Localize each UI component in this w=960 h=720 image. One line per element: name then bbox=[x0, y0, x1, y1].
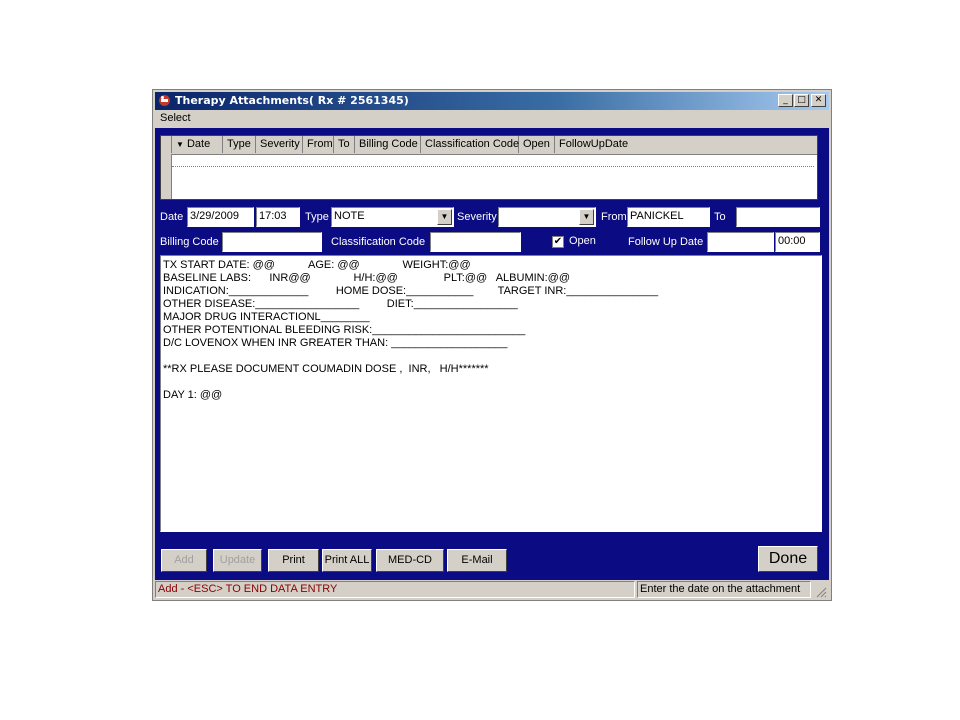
med-cd-button[interactable]: MED-CD bbox=[376, 549, 444, 572]
date-label: Date bbox=[160, 211, 184, 223]
memo-line: MAJOR DRUG INTERACTIONL________ bbox=[163, 311, 370, 323]
memo-line bbox=[163, 376, 819, 389]
chevron-down-icon[interactable]: ▼ bbox=[579, 209, 594, 225]
type-select[interactable]: NOTE ▼ bbox=[331, 207, 454, 227]
column-header-from[interactable]: From bbox=[303, 136, 334, 153]
status-message: Add - <ESC> TO END DATA ENTRY bbox=[155, 581, 635, 598]
sort-arrow-icon: ▼ bbox=[176, 140, 184, 149]
open-checkbox[interactable]: ✔ bbox=[552, 236, 564, 248]
print-all-button[interactable]: Print ALL bbox=[322, 549, 372, 572]
type-label: Type bbox=[305, 211, 329, 223]
column-header-open[interactable]: Open bbox=[519, 136, 555, 153]
maximize-button[interactable]: □ bbox=[794, 94, 809, 107]
window-title: Therapy Attachments( Rx # 2561345) bbox=[175, 94, 409, 107]
classification-code-field[interactable] bbox=[430, 232, 521, 252]
memo-line: D/C LOVENOX WHEN INR GREATER THAN: _____… bbox=[163, 337, 508, 349]
memo-line: OTHER POTENTIONAL BLEEDING RISK:________… bbox=[163, 324, 526, 336]
to-label: To bbox=[714, 211, 726, 223]
memo-line: **RX PLEASE DOCUMENT COUMADIN DOSE , INR… bbox=[163, 363, 489, 375]
status-hint: Enter the date on the attachment bbox=[637, 581, 811, 598]
memo-line: OTHER DISEASE:_________________ DIET:___… bbox=[163, 298, 518, 310]
follow-up-date-field[interactable] bbox=[707, 232, 774, 252]
severity-label: Severity bbox=[457, 211, 497, 223]
title-bar[interactable]: Therapy Attachments( Rx # 2561345) _ □ ✕ bbox=[155, 92, 829, 110]
column-header-date-label: Date bbox=[186, 138, 211, 150]
print-button[interactable]: Print bbox=[268, 549, 319, 572]
column-header-type[interactable]: Type bbox=[223, 136, 256, 153]
done-button[interactable]: Done bbox=[758, 546, 818, 572]
column-header-severity[interactable]: Severity bbox=[256, 136, 303, 153]
severity-select[interactable]: ▼ bbox=[498, 207, 596, 227]
resize-grip-icon[interactable] bbox=[815, 586, 827, 598]
billing-code-field[interactable] bbox=[222, 232, 322, 252]
billing-code-label: Billing Code bbox=[160, 236, 219, 248]
memo-line: INDICATION:_____________ HOME DOSE:_____… bbox=[163, 285, 659, 297]
column-header-to[interactable]: To bbox=[334, 136, 355, 153]
open-label: Open bbox=[569, 235, 596, 247]
time-field[interactable]: 17:03 bbox=[256, 207, 300, 227]
follow-up-time-field[interactable]: 00:00 bbox=[775, 232, 820, 252]
attachment-text-area[interactable]: TX START DATE: @@ AGE: @@ WEIGHT:@@ BASEL… bbox=[160, 255, 822, 532]
update-button[interactable]: Update bbox=[213, 549, 262, 572]
memo-line: DAY 1: @@ bbox=[163, 389, 223, 401]
status-bar: Add - <ESC> TO END DATA ENTRY Enter the … bbox=[155, 580, 829, 600]
column-header-billing-code[interactable]: Billing Code bbox=[355, 136, 421, 153]
grid-header: ▼ Date Type Severity From To Billing Cod… bbox=[161, 136, 817, 155]
menu-bar: Select bbox=[155, 110, 829, 128]
pharmacy-app-icon bbox=[159, 95, 170, 106]
menu-select[interactable]: Select bbox=[160, 112, 191, 124]
add-button[interactable]: Add bbox=[161, 549, 207, 572]
memo-line bbox=[163, 350, 819, 363]
memo-line: BASELINE LABS: INR@@ H/H:@@ PLT:@@ ALBUM… bbox=[163, 272, 570, 284]
from-field[interactable]: PANICKEL bbox=[627, 207, 710, 227]
column-header-date[interactable]: ▼ Date bbox=[172, 136, 223, 153]
chevron-down-icon[interactable]: ▼ bbox=[437, 209, 452, 225]
close-button[interactable]: ✕ bbox=[811, 94, 826, 107]
therapy-attachments-window: Therapy Attachments( Rx # 2561345) _ □ ✕… bbox=[152, 89, 832, 601]
memo-line: TX START DATE: @@ AGE: @@ WEIGHT:@@ bbox=[163, 259, 471, 271]
checkmark-icon: ✔ bbox=[553, 236, 563, 247]
type-select-value: NOTE bbox=[334, 210, 365, 222]
attachments-grid[interactable]: ▼ Date Type Severity From To Billing Cod… bbox=[160, 135, 818, 200]
column-header-followupdate[interactable]: FollowUpDate bbox=[555, 136, 799, 153]
date-field[interactable]: 3/29/2009 bbox=[187, 207, 254, 227]
follow-up-date-label: Follow Up Date bbox=[628, 236, 704, 248]
column-header-classification-code[interactable]: Classification Code bbox=[421, 136, 519, 153]
table-row[interactable] bbox=[172, 156, 814, 167]
minimize-button[interactable]: _ bbox=[778, 94, 793, 107]
from-label: From bbox=[601, 211, 627, 223]
client-area: ▼ Date Type Severity From To Billing Cod… bbox=[155, 128, 829, 580]
grid-corner bbox=[161, 136, 172, 153]
row-indicator-column bbox=[161, 154, 172, 199]
email-button[interactable]: E-Mail bbox=[447, 549, 507, 572]
to-field[interactable] bbox=[736, 207, 820, 227]
classification-code-label: Classification Code bbox=[331, 236, 426, 248]
